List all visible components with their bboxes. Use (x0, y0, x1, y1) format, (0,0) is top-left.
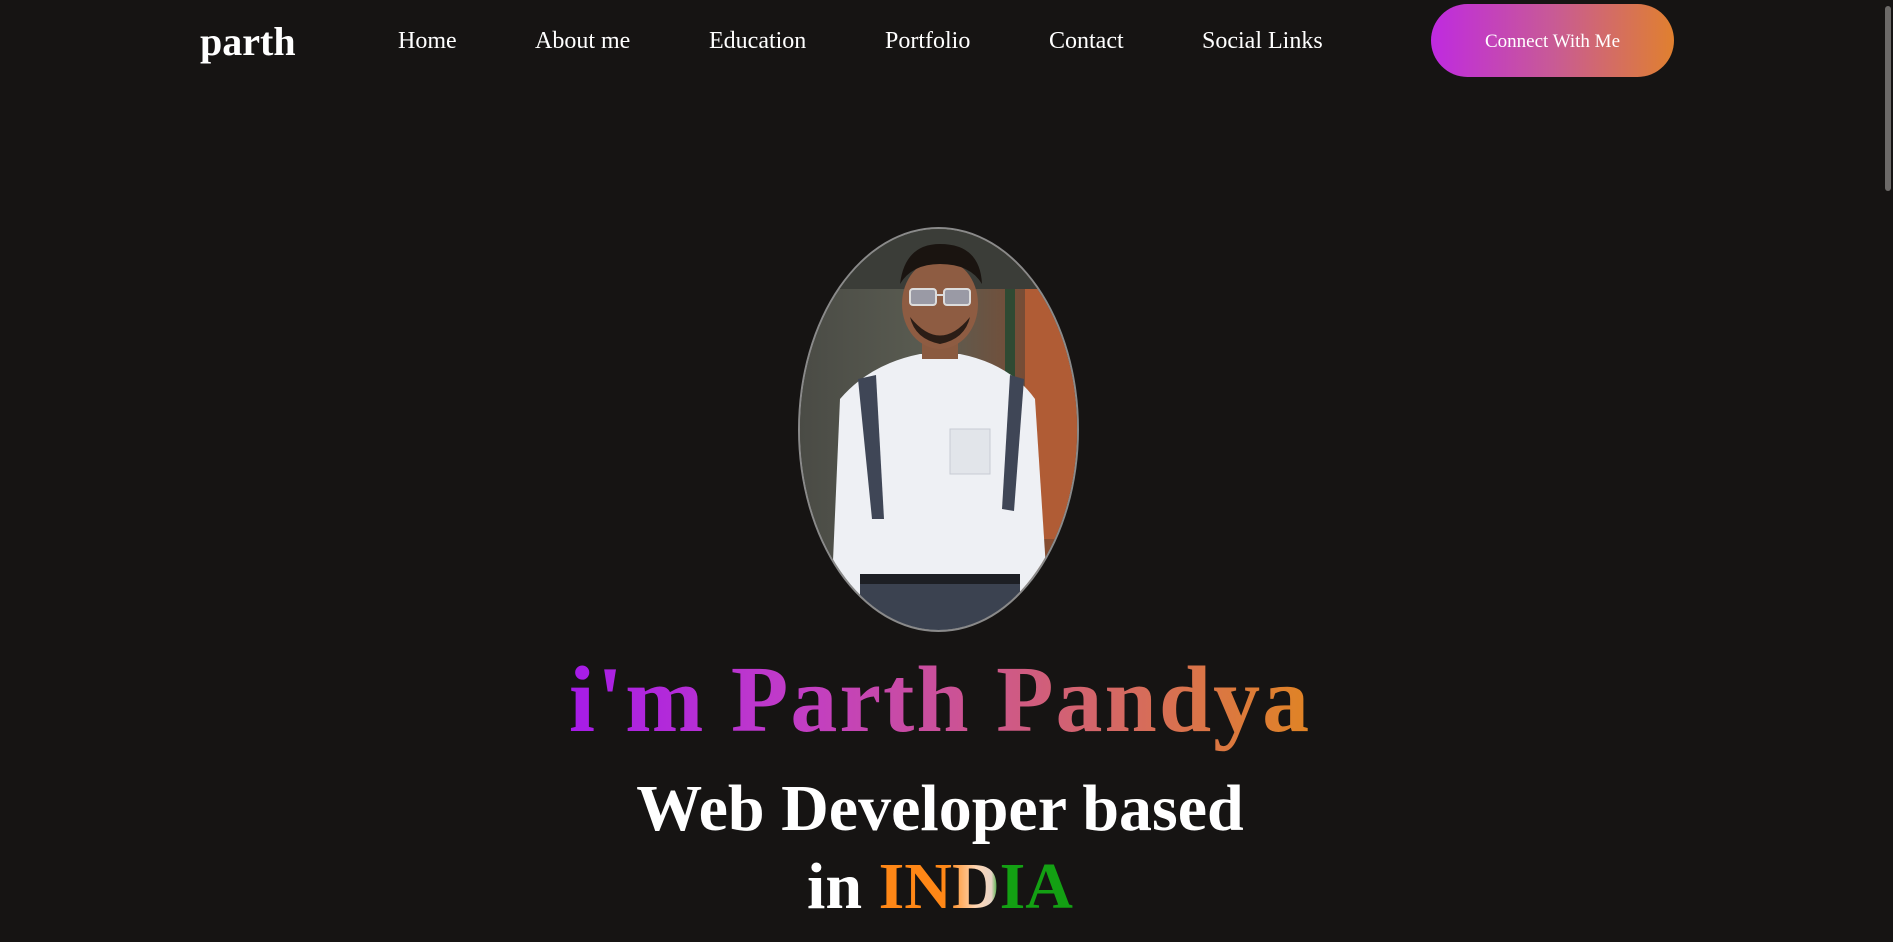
tagline-country: INDIA (878, 850, 1073, 923)
nav-about-me[interactable]: About me (535, 24, 630, 58)
nav-education[interactable]: Education (709, 24, 806, 58)
hero-greeting: i'm Parth Pandya (0, 645, 1880, 755)
hero-tagline: Web Developer based in INDIA (0, 770, 1880, 926)
top-navbar: parth Home About me Education Portfolio … (0, 0, 1893, 82)
connect-with-me-button[interactable]: Connect With Me (1431, 4, 1674, 77)
tagline-line1: Web Developer based (636, 772, 1244, 845)
nav-home[interactable]: Home (398, 24, 457, 58)
nav-contact[interactable]: Contact (1049, 24, 1124, 58)
page-scrollbar[interactable] (1881, 0, 1893, 942)
profile-photo-illustration (800, 229, 1077, 630)
tagline-prefix: in (807, 850, 863, 923)
page: parth Home About me Education Portfolio … (0, 0, 1893, 942)
scrollbar-thumb[interactable] (1885, 6, 1891, 191)
nav-social-links[interactable]: Social Links (1202, 24, 1323, 58)
site-logo[interactable]: parth (200, 18, 296, 66)
hero-greeting-text: i'm Parth Pandya (568, 648, 1312, 752)
profile-photo (798, 227, 1079, 632)
nav-portfolio[interactable]: Portfolio (885, 24, 970, 58)
